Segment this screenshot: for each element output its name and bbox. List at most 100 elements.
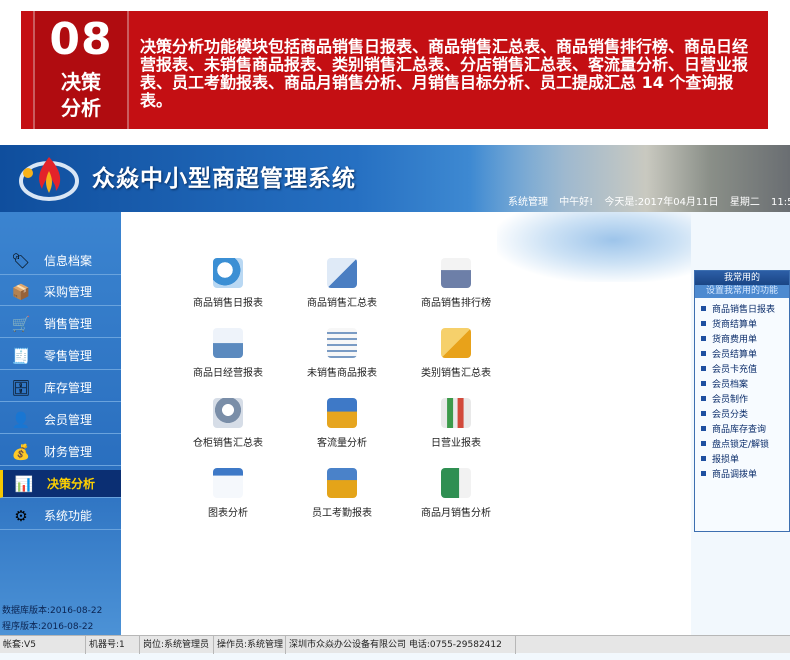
sidebar-item-analysis[interactable]: 📊 决策分析 <box>0 470 121 498</box>
sidebar-item-label: 会员管理 <box>44 413 93 427</box>
tile-chart-analysis[interactable]: 图表分析 <box>173 468 283 519</box>
archive-icon: 🏷 <box>11 251 31 270</box>
tile-label: 图表分析 <box>208 508 248 519</box>
favorite-item-label: 商品调拨单 <box>712 470 758 480</box>
favorites-list: 商品销售日报表 货商结算单 货商费用单 会员结算单 会员卡充值 会员档案 会员制… <box>695 298 789 481</box>
sidebar-item-member[interactable]: 👤 会员管理 <box>0 406 121 434</box>
favorite-item[interactable]: 会员卡充值 <box>701 361 789 376</box>
status-account: 帐套:V5 <box>0 635 86 654</box>
bullet-icon <box>701 441 706 446</box>
favorite-item-label: 盘点锁定/解锁 <box>712 440 770 450</box>
page: 08 决策 分析 决策分析功能模块包括商品销售日报表、商品销售汇总表、商品销售排… <box>0 0 790 660</box>
tile-unsold-goods[interactable]: 未销售商品报表 <box>287 328 397 379</box>
app-title: 众焱中小型商超管理系统 <box>92 166 356 192</box>
favorite-item[interactable]: 会员档案 <box>701 376 789 391</box>
bullet-icon <box>701 396 706 401</box>
magnifier-report-icon <box>213 258 243 288</box>
header-status: 系统管理 中午好! 今天是:2017年04月11日 星期二 11:53:40 <box>508 193 790 208</box>
tile-label: 商品日经营报表 <box>193 368 263 379</box>
sidebar-item-purchase[interactable]: 📦 采购管理 <box>0 278 121 306</box>
favorites-title: 我常用的 <box>695 271 789 285</box>
app-window: 众焱中小型商超管理系统 系统管理 中午好! 今天是:2017年04月11日 星期… <box>0 145 790 660</box>
bullet-icon <box>701 381 706 386</box>
decorative-pen-image <box>497 212 691 282</box>
bullet-icon <box>701 411 706 416</box>
tile-label: 商品销售汇总表 <box>307 298 377 309</box>
tile-monthly-sales[interactable]: 商品月销售分析 <box>401 468 511 519</box>
favorite-item[interactable]: 货商结算单 <box>701 316 789 331</box>
sidebar-item-system[interactable]: ⚙ 系统功能 <box>0 502 121 530</box>
tile-sales-ranking[interactable]: 商品销售排行榜 <box>401 258 511 309</box>
favorite-item-label: 商品销售日报表 <box>712 305 776 315</box>
bullet-icon <box>701 321 706 326</box>
favorite-item-label: 会员档案 <box>712 380 749 390</box>
attendance-folder-icon <box>327 468 357 498</box>
ranking-icon <box>441 258 471 288</box>
tile-label: 商品销售日报表 <box>193 298 263 309</box>
favorite-item[interactable]: 商品库存查询 <box>701 421 789 436</box>
tile-sales-summary[interactable]: 商品销售汇总表 <box>287 258 397 309</box>
favorite-item[interactable]: 货商费用单 <box>701 331 789 346</box>
sidebar-item-finance[interactable]: 💰 财务管理 <box>0 438 121 466</box>
tile-label: 员工考勤报表 <box>312 508 372 519</box>
favorite-item[interactable]: 商品销售日报表 <box>701 301 789 316</box>
module-title-line2: 分析 <box>61 96 101 120</box>
unsold-doc-icon <box>327 328 357 358</box>
sidebar-item-label: 采购管理 <box>44 285 93 299</box>
sidebar-item-label: 系统功能 <box>44 509 93 523</box>
tile-traffic-analysis[interactable]: 客流量分析 <box>287 398 397 449</box>
favorite-item[interactable]: 商品调拨单 <box>701 466 789 481</box>
favorites-settings-link[interactable]: 设置我常用的功能 <box>695 285 789 298</box>
favorite-item-label: 货商结算单 <box>712 320 758 330</box>
tile-label: 商品销售排行榜 <box>421 298 491 309</box>
status-filler <box>516 636 790 654</box>
tile-category-summary[interactable]: 类别销售汇总表 <box>401 328 511 379</box>
sidebar-item-inventory[interactable]: 🗄 库存管理 <box>0 374 121 402</box>
app-header: 众焱中小型商超管理系统 系统管理 中午好! 今天是:2017年04月11日 星期… <box>0 145 790 212</box>
favorite-item-label: 货商费用单 <box>712 335 758 345</box>
tile-daily-business[interactable]: 日营业报表 <box>401 398 511 449</box>
sidebar-item-label: 信息档案 <box>44 254 93 268</box>
favorite-item-label: 会员制作 <box>712 395 749 405</box>
sidebar-item-label: 财务管理 <box>44 445 93 459</box>
tile-daily-operation[interactable]: 商品日经营报表 <box>173 328 283 379</box>
tile-label: 商品月销售分析 <box>421 508 491 519</box>
chart-window-icon <box>213 468 243 498</box>
favorite-item[interactable]: 会员结算单 <box>701 346 789 361</box>
bullet-icon <box>701 336 706 341</box>
counter-search-icon <box>213 398 243 428</box>
status-company: 深圳市众焱办公设备有限公司 电话:0755-29582412 <box>286 635 516 654</box>
favorite-item-label: 报损单 <box>712 455 740 465</box>
tile-attendance[interactable]: 员工考勤报表 <box>287 468 397 519</box>
sidebar-item-retail[interactable]: 🧾 零售管理 <box>0 342 121 370</box>
status-bar: 帐套:V5 机器号:1 岗位:系统管理员 操作员:系统管理 深圳市众焱办公设备有… <box>0 635 790 654</box>
greeting: 中午好! <box>559 197 594 208</box>
retail-icon: 🧾 <box>11 346 31 365</box>
weekday: 星期二 <box>729 197 760 208</box>
tile-daily-sales[interactable]: 商品销售日报表 <box>173 258 283 309</box>
favorite-item-label: 会员结算单 <box>712 350 758 360</box>
module-badge: 08 决策 分析 <box>33 11 129 129</box>
sidebar-item-label: 零售管理 <box>44 349 93 363</box>
tile-counter-summary[interactable]: 仓柜销售汇总表 <box>173 398 283 449</box>
tile-label: 仓柜销售汇总表 <box>193 438 263 449</box>
favorite-item[interactable]: 会员制作 <box>701 391 789 406</box>
sidebar: 🏷 信息档案 📦 采购管理 🛒 销售管理 🧾 零售管理 🗄 库存管理 👤 会员管… <box>0 212 121 635</box>
bullet-icon <box>701 426 706 431</box>
category-cube-icon <box>441 328 471 358</box>
sidebar-item-sales[interactable]: 🛒 销售管理 <box>0 310 121 338</box>
favorite-item[interactable]: 报损单 <box>701 451 789 466</box>
app-version: 程序版本:2016-08-22 <box>2 622 94 632</box>
status-machine: 机器号:1 <box>86 635 140 654</box>
bullet-icon <box>701 351 706 356</box>
current-date: 今天是:2017年04月11日 <box>604 197 719 208</box>
inventory-icon: 🗄 <box>11 378 31 397</box>
promo-banner: 08 决策 分析 决策分析功能模块包括商品销售日报表、商品销售汇总表、商品销售排… <box>21 11 768 129</box>
analysis-icon: 📊 <box>14 474 34 493</box>
favorite-item[interactable]: 盘点锁定/解锁 <box>701 436 789 451</box>
sidebar-item-archive[interactable]: 🏷 信息档案 <box>0 247 121 275</box>
sidebar-item-label: 库存管理 <box>44 381 93 395</box>
bullet-icon <box>701 306 706 311</box>
favorite-item[interactable]: 会员分类 <box>701 406 789 421</box>
bullet-icon <box>701 471 706 476</box>
